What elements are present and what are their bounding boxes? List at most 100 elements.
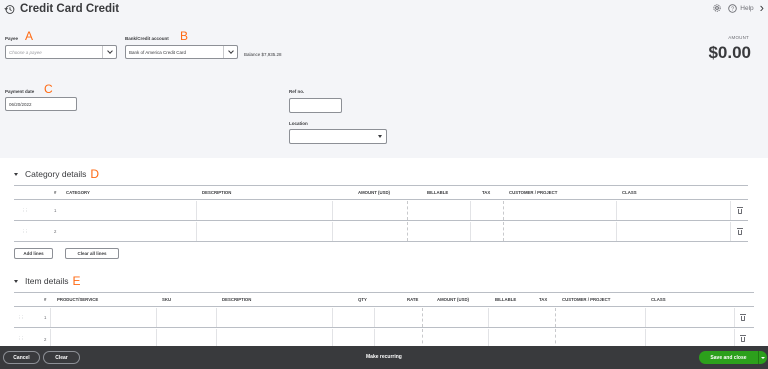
col-amount: AMOUNT (USD) <box>358 190 390 195</box>
close-icon[interactable]: › <box>760 1 764 14</box>
col-amount: AMOUNT (USD) <box>437 297 469 302</box>
payee-dropdown-button[interactable] <box>102 46 116 58</box>
cancel-button[interactable]: Cancel <box>3 351 40 364</box>
add-lines-button[interactable]: Add lines <box>14 248 53 259</box>
trash-icon[interactable] <box>740 314 746 321</box>
amount-label: AMOUNT <box>728 35 749 40</box>
footer-bar: Cancel Clear Make recurring Save and clo… <box>0 346 768 369</box>
cell-divider <box>734 308 735 327</box>
col-sku: SKU <box>162 297 172 302</box>
page-title: Credit Card Credit <box>20 3 120 15</box>
payment-date-label: Payment date <box>5 89 35 94</box>
category-details-title: Category details <box>25 169 87 179</box>
table-row[interactable]: ⋮⋮ 1 <box>14 308 754 328</box>
col-number: # <box>44 297 47 302</box>
account-label: Bank/Credit account <box>125 36 169 41</box>
top-right-actions: ? Help › <box>712 1 764 14</box>
save-options-dropdown[interactable] <box>759 356 767 359</box>
cell-divider <box>332 308 333 327</box>
save-and-close-label: Save and close <box>710 354 747 361</box>
caret-down-icon <box>14 172 18 176</box>
cell-divider <box>407 222 408 241</box>
location-label: Location <box>289 121 308 126</box>
ref-no-input[interactable] <box>289 98 342 113</box>
cell-divider <box>332 222 333 241</box>
row-number: 1 <box>54 208 57 213</box>
svg-text:?: ? <box>731 6 734 12</box>
col-product-service: PRODUCT/SERVICE <box>57 297 99 302</box>
drag-handle-icon[interactable]: ⋮⋮ <box>18 201 31 220</box>
chevron-down-icon <box>227 48 234 54</box>
item-table: # PRODUCT/SERVICE SKU DESCRIPTION QTY RA… <box>14 292 754 349</box>
cell-divider <box>196 201 197 220</box>
col-customer-project: CUSTOMER / PROJECT <box>562 297 611 302</box>
trash-icon[interactable] <box>740 335 746 342</box>
col-number: # <box>54 190 57 195</box>
caret-down-icon <box>14 279 18 283</box>
account-balance: Balance $7,935.28 <box>244 52 282 57</box>
cell-divider <box>730 201 731 220</box>
make-recurring-link[interactable]: Make recurring <box>366 354 402 360</box>
account-dropdown-button[interactable] <box>223 46 237 58</box>
category-details-toggle[interactable]: Category details D <box>14 167 99 181</box>
help-label: Help <box>740 4 754 12</box>
save-and-close-button[interactable]: Save and close <box>699 351 767 364</box>
cell-divider <box>196 222 197 241</box>
table-row[interactable]: ⋮⋮ 1 <box>14 201 748 221</box>
cell-divider <box>407 201 408 220</box>
history-icon[interactable] <box>4 4 15 15</box>
ref-no-label: Ref no. <box>289 89 305 94</box>
payment-date-input[interactable]: 06/20/2022 <box>5 97 77 111</box>
cell-divider <box>374 308 375 327</box>
payee-placeholder: Choose a payee <box>9 49 42 55</box>
item-header-row: # PRODUCT/SERVICE SKU DESCRIPTION QTY RA… <box>14 292 754 307</box>
marker-b: B <box>180 29 189 43</box>
cell-divider <box>503 201 504 220</box>
payment-date-value: 06/20/2022 <box>9 101 32 107</box>
category-table: # CATEGORY DESCRIPTION AMOUNT (USD) BILL… <box>14 185 748 242</box>
cell-divider <box>470 201 471 220</box>
location-select[interactable] <box>289 129 387 144</box>
category-header-row: # CATEGORY DESCRIPTION AMOUNT (USD) BILL… <box>14 185 748 200</box>
marker-d: D <box>90 167 100 181</box>
caret-down-icon <box>761 356 765 359</box>
payee-label: Payee <box>5 36 19 41</box>
gear-icon[interactable] <box>712 3 722 13</box>
drag-handle-icon[interactable]: ⋮⋮ <box>18 222 31 241</box>
trash-icon[interactable] <box>737 207 743 214</box>
cell-divider <box>332 201 333 220</box>
cell-divider <box>422 308 423 327</box>
marker-e: E <box>72 274 81 288</box>
caret-down-icon <box>378 135 382 138</box>
col-class: CLASS <box>651 297 666 302</box>
col-tax: TAX <box>539 297 548 302</box>
clear-button[interactable]: Clear <box>43 351 80 364</box>
account-select[interactable]: Bank of America Credit Card <box>125 45 238 59</box>
cell-divider <box>555 308 556 327</box>
cell-divider <box>503 222 504 241</box>
help-icon: ? <box>728 3 738 13</box>
drag-handle-icon[interactable]: ⋮⋮ <box>14 308 27 327</box>
item-details-toggle[interactable]: Item details E <box>14 274 80 288</box>
cell-divider <box>488 308 489 327</box>
col-customer-project: CUSTOMER / PROJECT <box>509 190 558 195</box>
clear-all-lines-button[interactable]: Clear all lines <box>65 248 119 259</box>
col-description: DESCRIPTION <box>202 190 232 195</box>
cell-divider <box>616 222 617 241</box>
col-category: CATEGORY <box>66 190 90 195</box>
marker-a: A <box>25 29 34 43</box>
row-number: 1 <box>44 315 47 320</box>
marker-c: C <box>44 82 53 96</box>
item-details-title: Item details <box>25 276 69 286</box>
help-button[interactable]: ? Help <box>728 3 754 13</box>
trash-icon[interactable] <box>737 228 743 235</box>
title-row: Credit Card Credit <box>4 2 119 16</box>
payee-select[interactable]: Choose a payee <box>5 45 117 59</box>
col-billable: BILLABLE <box>427 190 449 195</box>
cell-divider <box>616 201 617 220</box>
table-row[interactable]: ⋮⋮ 2 <box>14 222 748 242</box>
col-class: CLASS <box>622 190 637 195</box>
col-billable: BILLABLE <box>495 297 517 302</box>
col-rate: RATE <box>407 297 419 302</box>
row-number: 2 <box>54 229 57 234</box>
